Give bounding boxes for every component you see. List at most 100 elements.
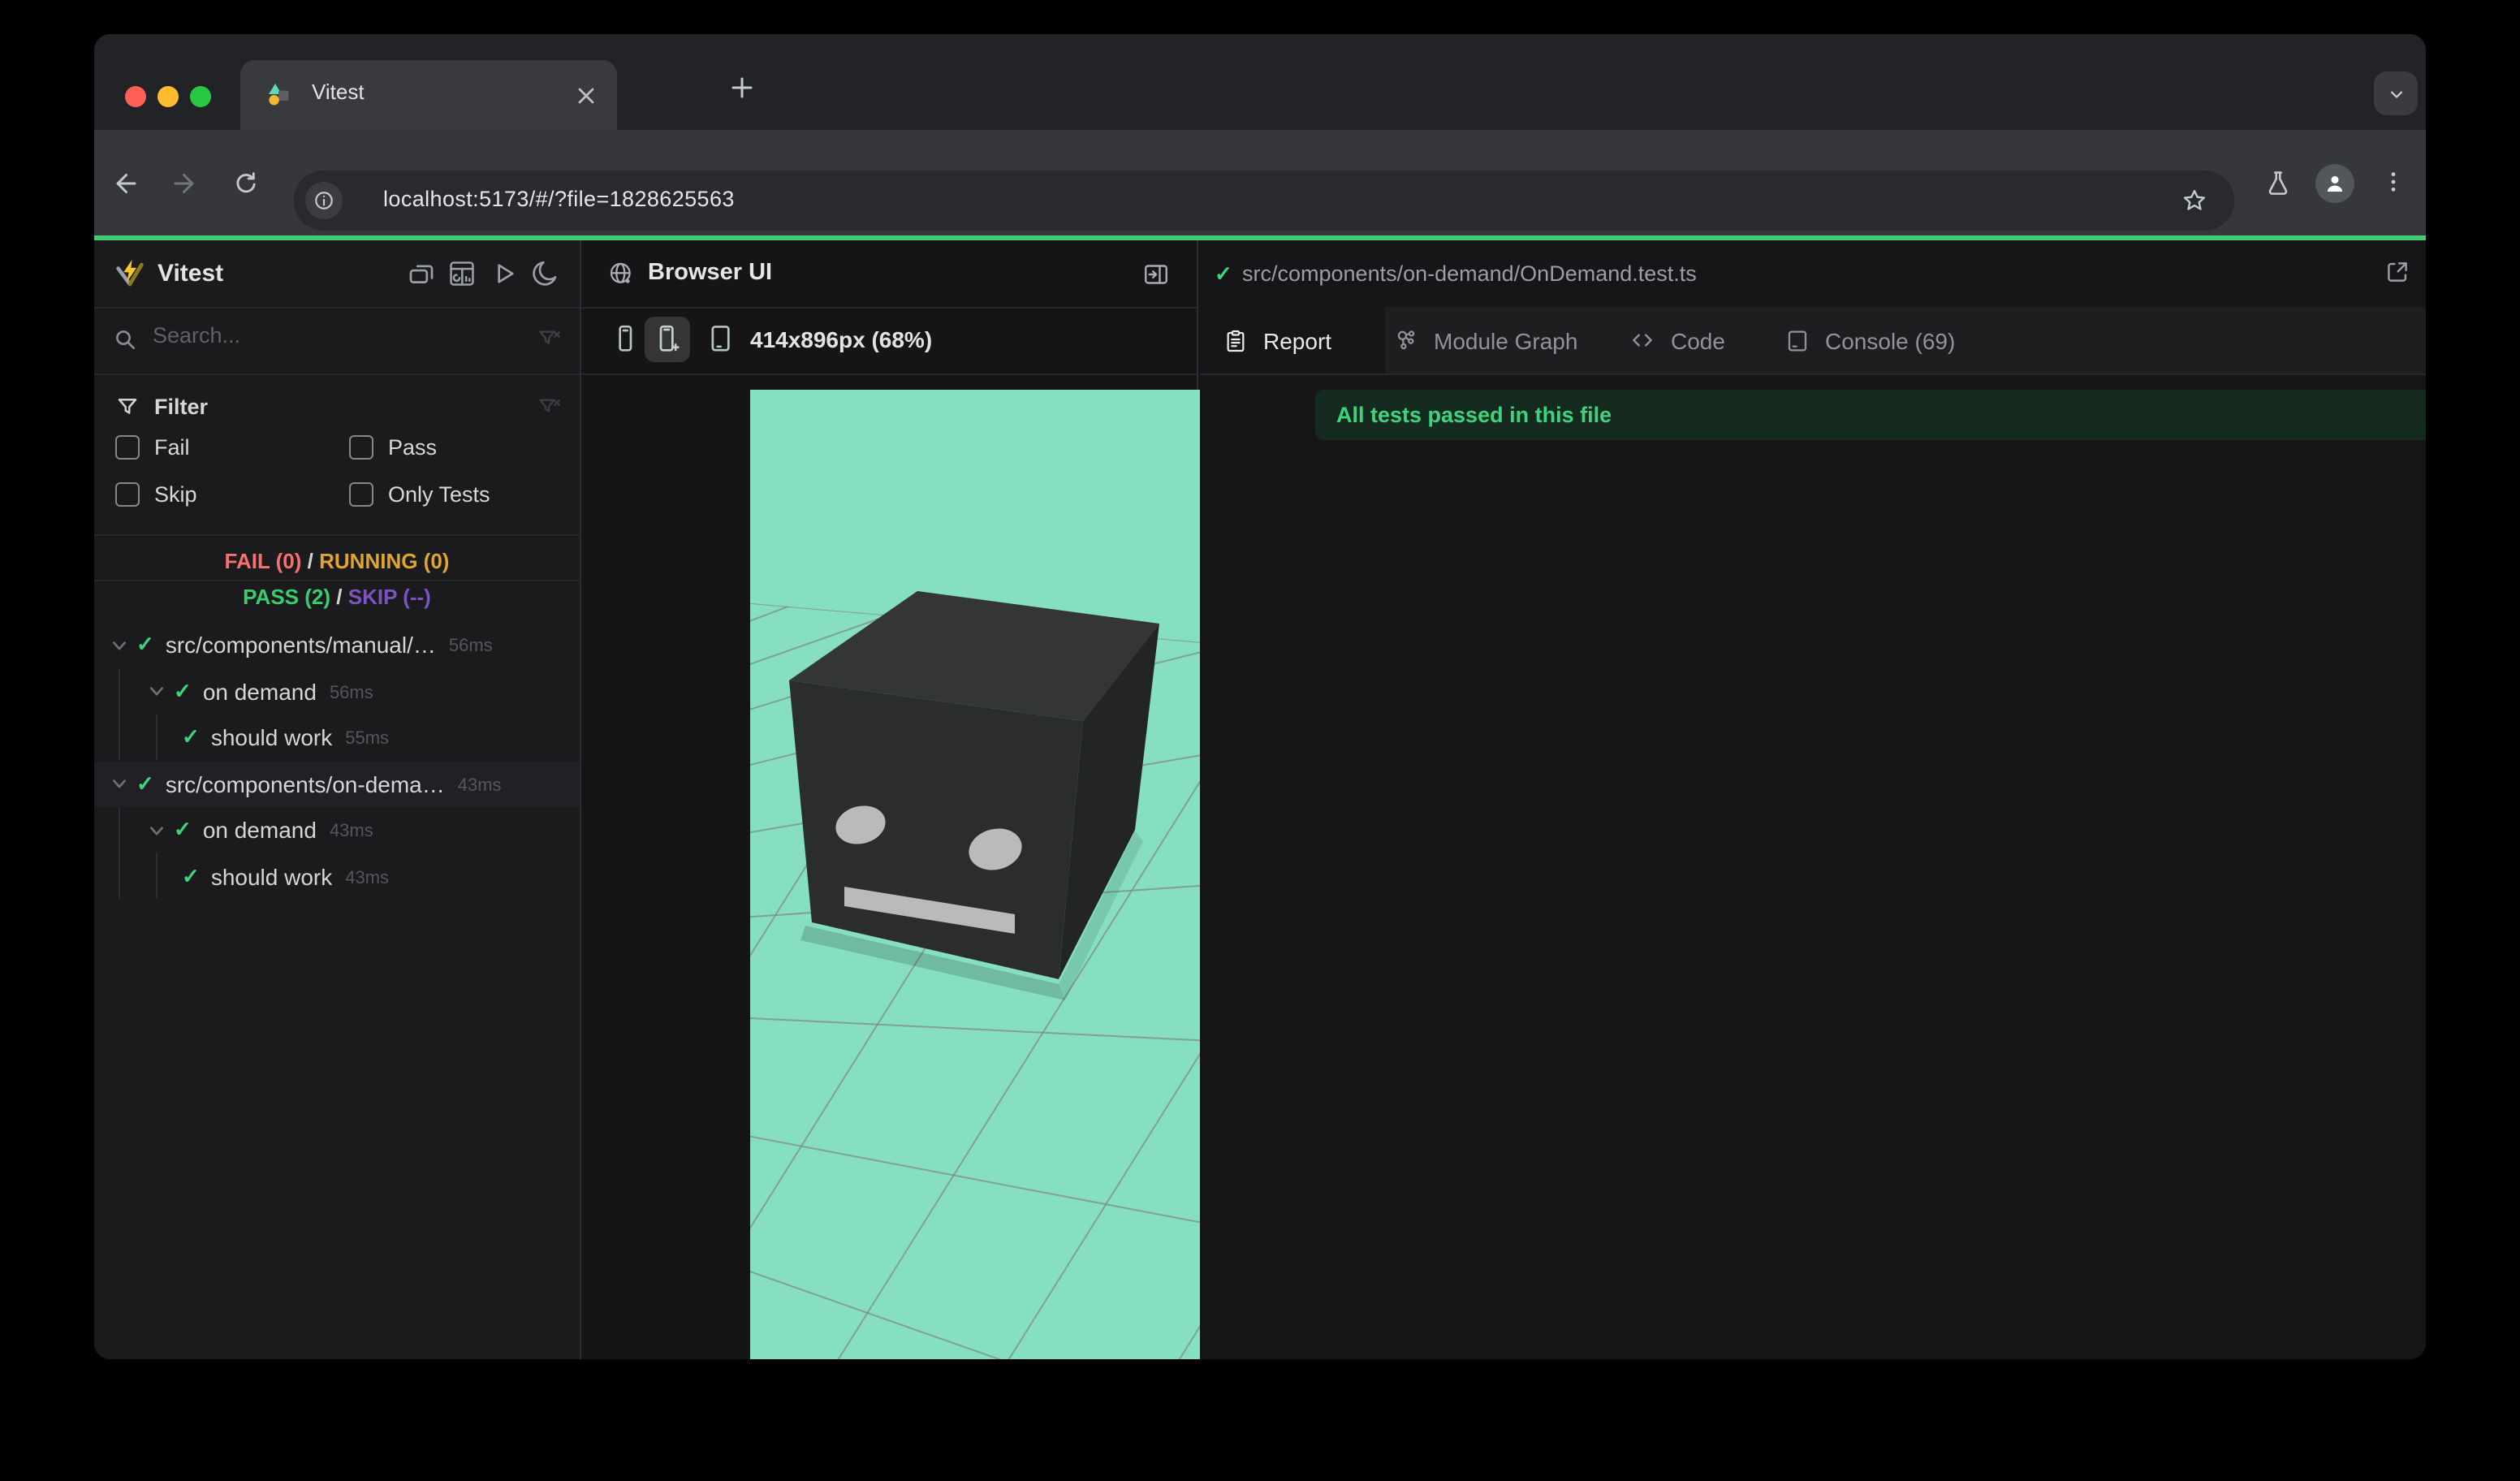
test-duration: 56ms <box>448 637 493 656</box>
report-tabs: Report Module Graph Code Console (69) <box>1200 307 2426 375</box>
tab-report[interactable]: Report <box>1200 307 1385 373</box>
tree-row-suite[interactable]: ✓ on demand 43ms <box>94 807 580 853</box>
browser-toolbar: localhost:5173/#/?file=1828625563 <box>94 130 2426 235</box>
filter-title: Filter <box>154 395 209 419</box>
open-external-icon[interactable] <box>2384 258 2411 286</box>
tab-title: Vitest <box>312 80 365 104</box>
vitest-favicon-icon <box>266 81 292 107</box>
checkbox-only-tests[interactable] <box>349 482 373 507</box>
vitest-logo-icon <box>115 258 145 287</box>
fail-count: FAIL (0) <box>224 549 302 573</box>
divider <box>94 580 580 581</box>
console-icon <box>1788 330 1807 351</box>
chevron-down-icon[interactable] <box>145 679 169 703</box>
test-duration: 56ms <box>329 683 373 702</box>
dark-mode-moon-icon[interactable] <box>529 258 560 289</box>
running-count: RUNNING (0) <box>319 549 450 573</box>
reload-icon[interactable] <box>229 167 261 200</box>
globe-icon <box>607 260 635 287</box>
summary-line-1: FAIL (0) / RUNNING (0) <box>94 547 580 575</box>
pass-count: PASS (2) <box>243 585 330 609</box>
stacked-windows-icon[interactable] <box>406 258 437 289</box>
filter-clear-icon[interactable] <box>536 395 562 421</box>
screen: Vitest localhost:5173/#/?file=1828625563… <box>0 0 2520 1481</box>
pass-check-icon: ✓ <box>174 817 192 841</box>
search-input[interactable] <box>149 322 529 349</box>
checkbox-label: Pass <box>388 435 438 460</box>
checkbox-pass[interactable] <box>349 435 373 460</box>
browser-tab[interactable]: Vitest <box>240 60 617 130</box>
panel-title: Browser UI <box>648 260 773 286</box>
tab-code[interactable]: Code <box>1629 307 1725 373</box>
url-text[interactable]: localhost:5173/#/?file=1828625563 <box>383 187 735 211</box>
tab-label: Report <box>1263 327 1332 353</box>
test-duration: 55ms <box>345 729 390 749</box>
back-icon[interactable] <box>109 167 141 200</box>
dashboard-icon[interactable] <box>447 258 477 289</box>
test-suite-name: on demand <box>202 678 317 704</box>
device-toolbar: 414x896px (68%) <box>581 307 1197 375</box>
test-case-name: should work <box>210 863 333 889</box>
checkbox-skip[interactable] <box>115 482 140 507</box>
device-phone-small-icon[interactable] <box>609 322 641 357</box>
filter-option-only-tests[interactable]: Only Tests <box>349 482 490 507</box>
traffic-minimize-button[interactable] <box>158 86 179 107</box>
module-graph-icon <box>1397 330 1415 350</box>
browser-window: Vitest localhost:5173/#/?file=1828625563… <box>94 34 2426 1359</box>
new-tab-icon[interactable] <box>727 73 757 102</box>
skip-count: SKIP (--) <box>347 585 431 609</box>
pass-check-icon: ✓ <box>182 724 200 749</box>
tree-row-suite[interactable]: ✓ on demand 56ms <box>94 668 580 714</box>
robot-cube-scene[interactable] <box>750 390 1211 1359</box>
brand-title: Vitest <box>158 260 224 287</box>
browser-menu-icon[interactable] <box>2377 166 2410 198</box>
report-file-header: ✓ src/components/on-demand/OnDemand.test… <box>1200 240 2426 309</box>
chevron-down-icon[interactable] <box>145 818 169 842</box>
traffic-close-button[interactable] <box>125 86 146 107</box>
test-file-name: src/components/manual/… <box>165 632 436 658</box>
test-summary: FAIL (0) / RUNNING (0) PASS (2) / SKIP (… <box>94 534 580 622</box>
tab-console[interactable]: Console (69) <box>1784 307 1955 373</box>
tab-module-graph[interactable]: Module Graph <box>1392 307 1577 373</box>
device-phone-plus-button[interactable] <box>645 317 690 362</box>
chevron-down-icon[interactable] <box>107 771 132 796</box>
device-tablet-icon[interactable] <box>703 322 739 357</box>
filter-funnel-icon <box>115 395 140 419</box>
site-info-icon[interactable] <box>305 182 343 219</box>
tree-row-file[interactable]: ✓ src/components/manual/… 56ms <box>94 622 580 667</box>
filter-option-skip[interactable]: Skip <box>115 482 197 507</box>
search-row <box>94 307 580 375</box>
dock-panel-right-icon[interactable] <box>1141 260 1171 289</box>
experiments-flask-icon[interactable] <box>2260 166 2296 201</box>
sidebar: Vitest Search... Filter Fail Pass Skip O… <box>94 240 581 1359</box>
chevron-down-icon[interactable] <box>107 633 132 657</box>
test-duration: 43ms <box>329 822 373 841</box>
test-duration: 43ms <box>457 775 502 795</box>
traffic-zoom-button[interactable] <box>190 86 211 107</box>
tree-row-test[interactable]: ✓ should work 55ms <box>94 715 580 760</box>
tree-row-test[interactable]: ✓ should work 43ms <box>94 853 580 899</box>
pass-check-icon: ✓ <box>182 863 200 887</box>
file-path: src/components/on-demand/OnDemand.test.t… <box>1242 261 1697 286</box>
code-icon <box>1633 334 1652 347</box>
bookmark-star-icon[interactable] <box>2177 184 2211 218</box>
run-all-play-icon[interactable] <box>489 258 520 289</box>
browser-ui-panel: Browser UI 414x896px (68%) <box>581 240 1211 1359</box>
url-bar[interactable]: localhost:5173/#/?file=1828625563 <box>294 171 2234 231</box>
test-case-name: should work <box>210 724 333 750</box>
tab-close-icon[interactable] <box>572 81 601 110</box>
profile-avatar[interactable] <box>2315 164 2354 203</box>
forward-icon[interactable] <box>169 167 201 200</box>
tab-label: Console (69) <box>1825 327 1956 353</box>
sidebar-header: Vitest <box>94 240 580 309</box>
checkbox-fail[interactable] <box>115 435 140 460</box>
browser-tabstrip: Vitest <box>94 34 2426 130</box>
filter-section: Filter Fail Pass Skip Only Tests <box>94 373 580 536</box>
tree-row-file-selected[interactable]: ✓ src/components/on-dema… 43ms <box>94 761 580 806</box>
filter-option-pass[interactable]: Pass <box>349 435 437 460</box>
checkbox-label: Fail <box>154 435 190 460</box>
clear-filter-icon[interactable] <box>536 326 562 352</box>
report-panel: ✓ src/components/on-demand/OnDemand.test… <box>1200 240 2426 1359</box>
filter-option-fail[interactable]: Fail <box>115 435 190 460</box>
tab-search-chevron-icon[interactable] <box>2374 71 2418 115</box>
